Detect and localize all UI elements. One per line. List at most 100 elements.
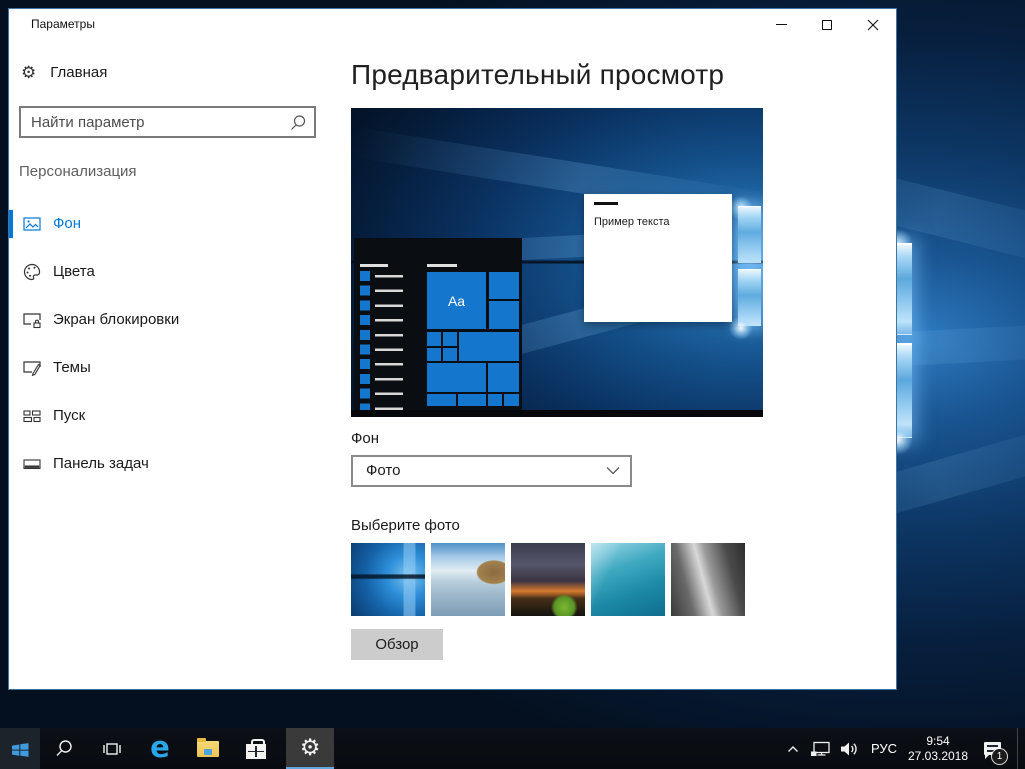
taskbar-search-button[interactable]	[40, 728, 88, 769]
start-menu-tile	[489, 301, 519, 329]
file-explorer-button[interactable]	[184, 728, 232, 769]
sidebar-item-label: Пуск	[53, 407, 85, 424]
tray-chevron-button[interactable]	[779, 728, 807, 769]
home-label: Главная	[50, 64, 107, 81]
gear-icon: ⚙	[21, 64, 36, 81]
preview-sample-window: Пример текста	[584, 194, 732, 322]
settings-search-box	[19, 106, 316, 138]
clock-date: 27.03.2018	[908, 749, 968, 764]
start-tiles-icon	[22, 406, 42, 426]
search-icon[interactable]	[288, 113, 308, 133]
section-header-personalization: Персонализация	[19, 163, 137, 180]
sidebar-item-label: Цвета	[53, 263, 95, 280]
folder-icon	[197, 741, 219, 757]
photo-thumbnails	[351, 543, 745, 616]
taskbar-clock[interactable]: 9:54 27.03.2018	[905, 728, 971, 769]
edge-button[interactable]: e	[136, 728, 184, 769]
sidebar-item-colors[interactable]: Цвета	[9, 248, 341, 296]
photo-thumbnail-underwater[interactable]	[591, 543, 665, 616]
sidebar-item-background[interactable]: Фон	[9, 200, 341, 248]
sidebar-item-themes[interactable]: Темы	[9, 344, 341, 392]
volume-tray-button[interactable]	[834, 728, 863, 769]
start-menu-header-dash	[360, 264, 388, 267]
start-menu-tile	[489, 272, 519, 299]
taskbar-icon	[22, 454, 42, 474]
lock-screen-icon	[22, 310, 42, 330]
sidebar-item-lock-screen[interactable]: Экран блокировки	[9, 296, 341, 344]
notification-badge: 1	[992, 749, 1007, 764]
photo-thumbnail-beach[interactable]	[431, 543, 505, 616]
tile-text: Aa	[448, 293, 465, 309]
start-menu-tile-aa: Aa	[427, 272, 486, 329]
selected-indicator	[9, 210, 13, 238]
sidebar-item-label: Панель задач	[53, 455, 149, 472]
photo-thumbnail-night-sky[interactable]	[511, 543, 585, 616]
settings-window: Параметры ⚙ Главная Персонализация Фон	[8, 8, 897, 690]
sidebar-item-taskbar[interactable]: Панель задач	[9, 440, 341, 488]
background-type-dropdown[interactable]: Фото	[351, 455, 632, 487]
close-button[interactable]	[850, 9, 896, 40]
logo-pane	[897, 243, 912, 335]
window-title: Параметры	[31, 17, 95, 31]
start-menu-app-squares	[360, 271, 370, 417]
start-menu-app-labels	[375, 275, 403, 415]
taskbar: e ⚙ РУС 9:54 2	[0, 728, 1025, 769]
system-tray: РУС 9:54 27.03.2018 1	[779, 728, 1025, 769]
photo-thumbnail-rock-face[interactable]	[671, 543, 745, 616]
task-view-icon	[100, 738, 124, 760]
start-menu-tile	[458, 394, 486, 406]
window-controls	[758, 9, 896, 40]
chevron-up-icon	[784, 740, 802, 758]
edge-icon: e	[150, 733, 170, 762]
photo-thumbnail-windows-hero[interactable]	[351, 543, 425, 616]
show-desktop-button[interactable]	[1018, 728, 1025, 769]
store-icon	[246, 739, 266, 759]
network-icon	[810, 739, 832, 759]
wallpaper-windows-logo-glow	[897, 243, 912, 438]
logo-pane	[897, 343, 912, 438]
dropdown-selected-value: Фото	[366, 462, 400, 479]
language-indicator[interactable]: РУС	[863, 728, 905, 769]
close-icon	[867, 19, 879, 31]
maximize-button[interactable]	[804, 9, 850, 40]
start-menu-tile	[443, 348, 457, 361]
speaker-icon	[838, 739, 860, 759]
action-center-button[interactable]: 1	[971, 728, 1013, 769]
sidebar-item-start[interactable]: Пуск	[9, 392, 341, 440]
store-button[interactable]	[232, 728, 280, 769]
task-view-button[interactable]	[88, 728, 136, 769]
start-menu-tile	[488, 394, 502, 406]
start-button[interactable]	[0, 728, 40, 769]
minimize-button[interactable]	[758, 9, 804, 40]
choose-photo-label: Выберите фото	[351, 517, 460, 534]
preview-taskbar-strip	[351, 410, 763, 417]
start-menu-tile	[427, 394, 456, 406]
sidebar-item-label: Экран блокировки	[53, 311, 179, 328]
desktop-preview: Aa Пример текста	[351, 108, 763, 417]
search-input[interactable]	[21, 108, 283, 136]
clock-time: 9:54	[926, 734, 949, 749]
sidebar-item-label: Фон	[53, 215, 81, 232]
search-icon	[53, 738, 75, 760]
start-menu-tile	[427, 348, 441, 361]
preview-logo-pane	[738, 206, 761, 263]
sample-window-title-dash	[594, 202, 618, 205]
palette-icon	[22, 262, 42, 282]
sidebar-item-label: Темы	[53, 359, 91, 376]
browse-button[interactable]: Обзор	[351, 629, 443, 660]
start-menu-tile	[427, 332, 441, 346]
glow-spark	[729, 316, 753, 340]
start-menu-tile	[504, 394, 519, 406]
settings-taskbar-button[interactable]: ⚙	[286, 728, 334, 769]
sample-text: Пример текста	[594, 216, 670, 228]
image-icon	[22, 214, 42, 234]
sidebar-item-home[interactable]: ⚙ Главная	[21, 64, 107, 81]
start-menu-tile	[488, 363, 519, 392]
background-label: Фон	[351, 430, 379, 447]
minimize-icon	[776, 24, 787, 25]
start-menu-group-dash	[427, 264, 457, 267]
themes-icon	[22, 358, 42, 378]
preview-start-menu: Aa	[354, 238, 522, 410]
chevron-down-icon	[606, 466, 620, 475]
network-tray-button[interactable]	[807, 728, 834, 769]
